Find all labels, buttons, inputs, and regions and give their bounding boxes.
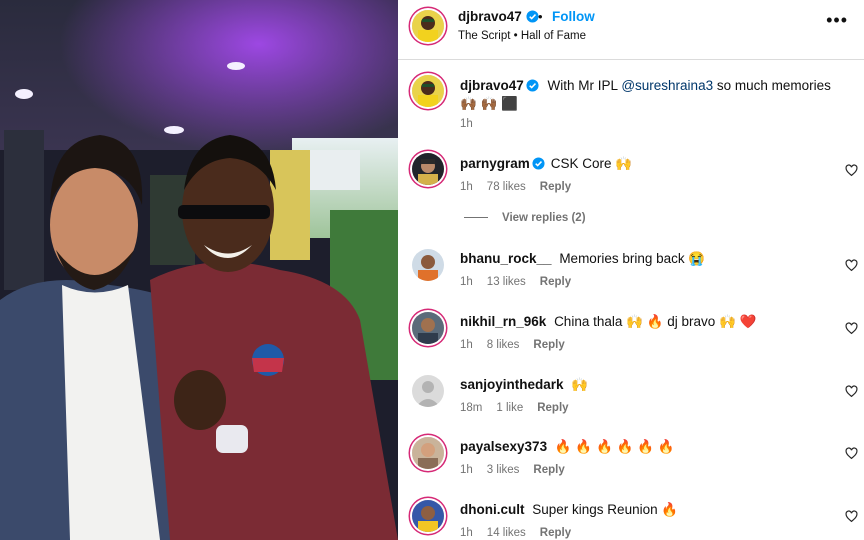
caption-mention-link[interactable]: @sureshraina3 bbox=[621, 78, 713, 93]
heart-outline-icon[interactable] bbox=[845, 447, 858, 460]
comment-text: dhoni.cult Super kings Reunion 🔥 bbox=[460, 501, 835, 519]
comment-username[interactable]: bhanu_rock__ bbox=[460, 251, 552, 266]
post-side-panel: djbravo47 • Follow The Script • Hall of … bbox=[398, 0, 864, 540]
author-username-text[interactable]: djbravo47 bbox=[458, 9, 522, 24]
comment-body: CSK Core 🙌 bbox=[550, 156, 633, 171]
comment-text: bhanu_rock__ Memories bring back 😭 bbox=[460, 250, 835, 268]
comment-username[interactable]: sanjoyinthedark bbox=[460, 377, 564, 392]
caption-meta: 1h bbox=[460, 118, 487, 130]
comment-body: Memories bring back 😭 bbox=[559, 251, 706, 266]
comment-reply-button[interactable]: Reply bbox=[537, 402, 568, 414]
comment-reply-button[interactable]: Reply bbox=[533, 339, 564, 351]
comment-timestamp: 18m bbox=[460, 402, 483, 414]
comment-text: sanjoyinthedark 🙌 bbox=[460, 376, 835, 394]
comment-like-count[interactable]: 3 likes bbox=[487, 464, 520, 476]
comment-meta: 1h 8 likes Reply bbox=[460, 339, 579, 351]
view-replies-line bbox=[464, 217, 488, 219]
comment-timestamp: 1h bbox=[460, 276, 473, 288]
follow-button[interactable]: Follow bbox=[552, 9, 595, 24]
comment-meta: 18m 1 like Reply bbox=[460, 402, 583, 414]
post-photo[interactable] bbox=[0, 0, 398, 540]
comment-reply-button[interactable]: Reply bbox=[540, 527, 571, 539]
comment-timestamp: 1h bbox=[460, 181, 473, 193]
author-avatar[interactable] bbox=[412, 10, 444, 42]
comment-text: nikhil_rn_96k China thala 🙌 🔥 dj bravo 🙌… bbox=[460, 313, 835, 331]
caption-text: djbravo47 With Mr IPL @sureshraina3 so m… bbox=[460, 77, 835, 113]
comment-reply-button[interactable]: Reply bbox=[533, 464, 564, 476]
comment-avatar[interactable] bbox=[412, 500, 444, 532]
view-replies-label[interactable]: View replies (2) bbox=[502, 212, 586, 224]
heart-outline-icon[interactable] bbox=[845, 510, 858, 523]
heart-outline-icon[interactable] bbox=[845, 322, 858, 335]
more-options-icon[interactable]: ••• bbox=[826, 10, 848, 31]
caption-timestamp: 1h bbox=[460, 118, 473, 130]
comment-body: Super kings Reunion 🔥 bbox=[532, 502, 679, 517]
verified-badge-icon bbox=[526, 79, 539, 92]
comment-like-count[interactable]: 14 likes bbox=[487, 527, 526, 539]
post-photo-illustration bbox=[0, 0, 398, 540]
verified-badge-icon bbox=[526, 10, 539, 23]
comment-username[interactable]: payalsexy373 bbox=[460, 439, 547, 454]
comment-like-count[interactable]: 13 likes bbox=[487, 276, 526, 288]
comment-meta: 1h 78 likes Reply bbox=[460, 181, 585, 193]
caption-username[interactable]: djbravo47 bbox=[460, 78, 524, 93]
comment-reply-button[interactable]: Reply bbox=[540, 181, 571, 193]
comment-like-count[interactable]: 78 likes bbox=[487, 181, 526, 193]
author-username[interactable]: djbravo47 bbox=[458, 9, 539, 24]
comment-avatar[interactable] bbox=[412, 153, 444, 185]
comment-body: China thala 🙌 🔥 dj bravo 🙌 ❤️ bbox=[554, 314, 757, 329]
comment-timestamp: 1h bbox=[460, 527, 473, 539]
comment-avatar[interactable] bbox=[412, 375, 444, 407]
comment-like-count[interactable]: 8 likes bbox=[487, 339, 520, 351]
caption-avatar[interactable] bbox=[412, 75, 444, 107]
header-separator: • bbox=[538, 9, 543, 24]
comment-timestamp: 1h bbox=[460, 464, 473, 476]
comment-reply-button[interactable]: Reply bbox=[540, 276, 571, 288]
comment-timestamp: 1h bbox=[460, 339, 473, 351]
verified-badge-icon bbox=[532, 157, 545, 170]
comment-avatar[interactable] bbox=[412, 249, 444, 281]
comment-text: parnygram CSK Core 🙌 bbox=[460, 155, 835, 173]
heart-outline-icon[interactable] bbox=[845, 164, 858, 177]
comment-text: payalsexy373 🔥 🔥 🔥 🔥 🔥 🔥 bbox=[460, 438, 835, 456]
heart-outline-icon[interactable] bbox=[845, 385, 858, 398]
audio-track-link[interactable]: The Script • Hall of Fame bbox=[458, 30, 586, 42]
heart-outline-icon[interactable] bbox=[845, 259, 858, 272]
comment-username[interactable]: parnygram bbox=[460, 156, 530, 171]
comment-username[interactable]: dhoni.cult bbox=[460, 502, 525, 517]
comment-body: 🔥 🔥 🔥 🔥 🔥 🔥 bbox=[554, 439, 675, 454]
comment-meta: 1h 14 likes Reply bbox=[460, 527, 585, 539]
view-replies-button[interactable]: View replies (2) bbox=[464, 212, 586, 224]
comment-like-count[interactable]: 1 like bbox=[496, 402, 523, 414]
comment-meta: 1h 3 likes Reply bbox=[460, 464, 579, 476]
post-header: djbravo47 • Follow The Script • Hall of … bbox=[398, 0, 864, 60]
comment-meta: 1h 13 likes Reply bbox=[460, 276, 585, 288]
comment-username[interactable]: nikhil_rn_96k bbox=[460, 314, 546, 329]
comment-body: 🙌 bbox=[571, 377, 589, 392]
comment-avatar[interactable] bbox=[412, 437, 444, 469]
caption-text-before: With Mr IPL bbox=[547, 78, 618, 93]
comment-avatar[interactable] bbox=[412, 312, 444, 344]
